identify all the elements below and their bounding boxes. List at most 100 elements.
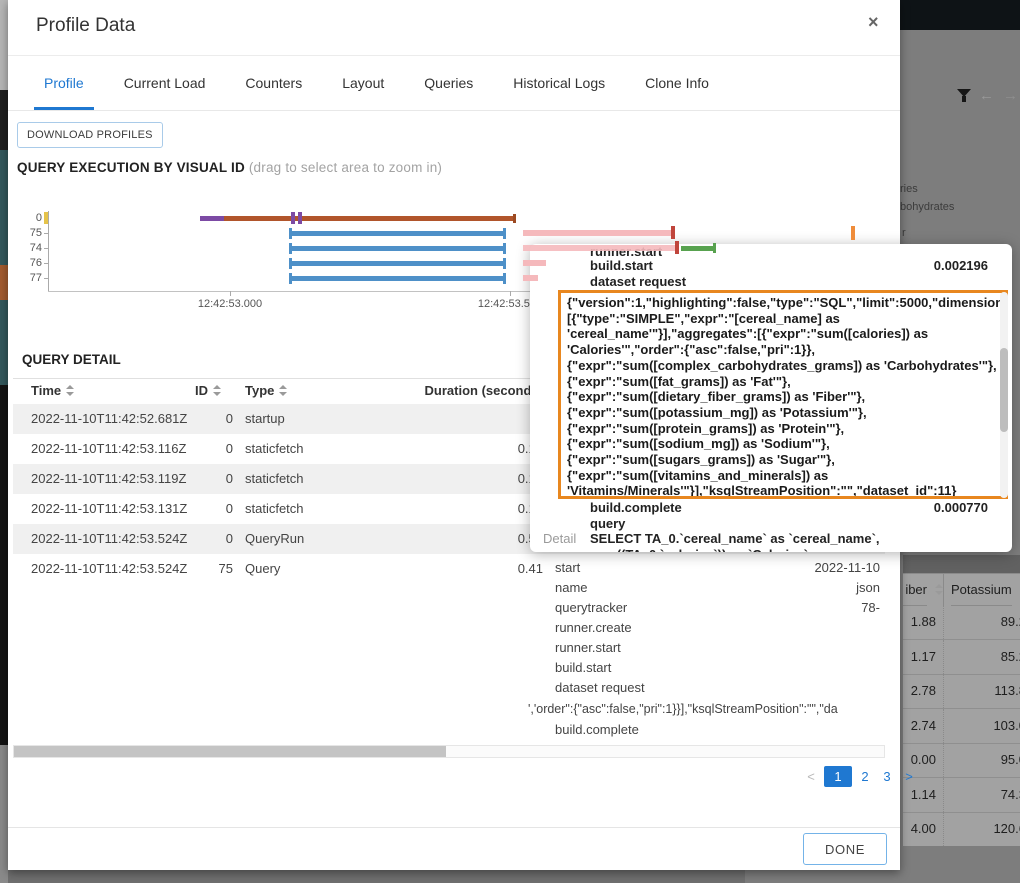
page-prev[interactable]: < bbox=[800, 766, 822, 787]
detail-entry: namejson bbox=[528, 580, 880, 595]
detail-entry: querytracker78- bbox=[528, 600, 880, 615]
timeline-marker bbox=[713, 243, 716, 253]
page-3[interactable]: 3 bbox=[876, 766, 898, 787]
timeline-marker bbox=[513, 214, 516, 223]
x-axis-tick bbox=[230, 291, 231, 296]
timeline-bar bbox=[523, 230, 672, 236]
detail-entry: runner.create bbox=[528, 620, 880, 635]
column-header-time[interactable]: Time bbox=[31, 383, 74, 398]
query-detail-title: QUERY DETAIL bbox=[22, 352, 121, 367]
query-detail-tooltip: runner.start build.start0.002196 dataset… bbox=[530, 244, 1012, 552]
page-2[interactable]: 2 bbox=[854, 766, 876, 787]
table-row: 1.8889.2 bbox=[903, 605, 1020, 640]
column-header-duration[interactable]: Duration (seconds) bbox=[343, 383, 543, 398]
y-axis-label: 77 bbox=[16, 272, 42, 284]
timeline-bar bbox=[200, 216, 226, 221]
timeline-bar bbox=[523, 275, 538, 281]
detail-entry: start2022-11-10 bbox=[528, 560, 880, 575]
timeline-marker bbox=[291, 212, 295, 224]
tooltip-entry: build.start0.002196 bbox=[530, 258, 1012, 273]
timeline-bar bbox=[503, 228, 506, 239]
background-bottom-strip bbox=[8, 870, 745, 883]
background-left-edge bbox=[0, 150, 8, 265]
chart-section-title: QUERY EXECUTION BY VISUAL ID (drag to se… bbox=[17, 160, 442, 175]
chart-title-text: QUERY EXECUTION BY VISUAL ID bbox=[17, 160, 245, 175]
column-header-type[interactable]: Type bbox=[245, 383, 287, 398]
detail-label: Detail bbox=[543, 531, 576, 546]
tooltip-sql-line: sum((TA_0.`calories`)) as `Calories` bbox=[590, 547, 808, 552]
table-row: 2.78113.8 bbox=[903, 674, 1020, 709]
detail-wrapped-json: ','order":{"asc":false,"pri":1}}],"ksqlS… bbox=[528, 702, 888, 716]
download-profiles-button[interactable]: DOWNLOAD PROFILES bbox=[17, 122, 163, 148]
detail-entry: runner.start bbox=[528, 640, 880, 655]
timeline-bar bbox=[291, 261, 505, 266]
tab-bar: Profile Current Load Counters Layout Que… bbox=[8, 56, 900, 111]
back-arrow-icon[interactable]: ← bbox=[979, 87, 994, 104]
background-top-bar bbox=[900, 0, 1020, 30]
column-header-fiber[interactable]: iber bbox=[903, 574, 927, 606]
x-axis-tick bbox=[510, 291, 511, 296]
scrollbar-thumb[interactable] bbox=[14, 746, 446, 757]
timeline-bar bbox=[681, 246, 714, 251]
sort-icon[interactable] bbox=[279, 385, 287, 396]
page-title: Profile Data bbox=[36, 15, 135, 37]
tab-current-load[interactable]: Current Load bbox=[114, 56, 216, 110]
column-header-id[interactable]: ID bbox=[195, 383, 221, 398]
column-header-potassium[interactable]: Potassium bbox=[951, 574, 1012, 606]
sort-icon[interactable] bbox=[66, 385, 74, 396]
tooltip-sql-line: SELECT TA_0.`cereal_name` as `cereal_nam… bbox=[590, 531, 880, 546]
detail-entry: dataset request bbox=[528, 680, 880, 695]
detail-entry: build.complete bbox=[528, 722, 880, 737]
background-left-edge bbox=[0, 265, 8, 300]
chart-hint-text: (drag to select area to zoom in) bbox=[249, 160, 442, 175]
timeline-bar bbox=[291, 276, 505, 281]
tooltip-entry: build.complete0.000770 bbox=[530, 500, 1012, 515]
timeline-marker bbox=[671, 226, 675, 239]
background-left-edge bbox=[0, 745, 8, 883]
timeline-bar bbox=[503, 243, 506, 254]
background-strip bbox=[903, 555, 1020, 573]
timeline-marker bbox=[851, 226, 855, 240]
timeline-bar bbox=[523, 260, 546, 266]
column-divider bbox=[943, 574, 944, 605]
table-row: 0.0095.0 bbox=[903, 743, 1020, 778]
table-row: 1.1474.3 bbox=[903, 778, 1020, 813]
page-1[interactable]: 1 bbox=[824, 766, 852, 787]
timeline-marker bbox=[298, 212, 302, 224]
timeline-bar bbox=[291, 231, 505, 236]
tab-counters[interactable]: Counters bbox=[235, 56, 312, 110]
highlighted-query-json: {"version":1,"highlighting":false,"type"… bbox=[558, 290, 1008, 499]
close-icon[interactable]: × bbox=[868, 12, 879, 33]
tab-queries[interactable]: Queries bbox=[414, 56, 483, 110]
tab-clone-info[interactable]: Clone Info bbox=[635, 56, 719, 110]
forward-arrow-icon[interactable]: → bbox=[1003, 87, 1018, 104]
background-data-table: iber Potassium 1.8889.2 1.1785.2 2.78113… bbox=[903, 573, 1020, 846]
sort-icon[interactable] bbox=[213, 385, 221, 396]
background-left-edge bbox=[0, 300, 8, 385]
y-axis-label: 76 bbox=[16, 257, 42, 269]
timeline-bar bbox=[503, 258, 506, 269]
background-left-edge bbox=[0, 0, 8, 90]
sort-icon[interactable] bbox=[935, 584, 943, 595]
horizontal-scrollbar[interactable] bbox=[13, 745, 885, 758]
done-button[interactable]: DONE bbox=[803, 833, 887, 865]
background-legend-fragment: bohydrates bbox=[900, 201, 954, 213]
tab-historical-logs[interactable]: Historical Logs bbox=[503, 56, 615, 110]
table-row: 2.74103.0 bbox=[903, 709, 1020, 744]
background-legend-fragment: ries bbox=[900, 183, 918, 195]
tooltip-scrollbar[interactable] bbox=[1000, 292, 1008, 498]
timeline-bar bbox=[523, 245, 676, 251]
x-axis-label: 12:42:53.000 bbox=[185, 298, 275, 310]
tab-profile[interactable]: Profile bbox=[34, 56, 94, 110]
y-axis-label: 75 bbox=[16, 227, 42, 239]
scrollbar-thumb[interactable] bbox=[1000, 348, 1008, 432]
background-left-edge bbox=[0, 90, 8, 150]
table-row: 1.1785.2 bbox=[903, 640, 1020, 675]
y-axis-label: 0 bbox=[16, 212, 42, 224]
background-legend-fragment: r bbox=[902, 227, 906, 239]
background-left-edge bbox=[0, 385, 8, 745]
tab-layout[interactable]: Layout bbox=[332, 56, 394, 110]
page-next[interactable]: > bbox=[898, 766, 920, 787]
footer-divider bbox=[8, 827, 900, 828]
tooltip-entry: dataset request bbox=[530, 274, 1012, 289]
